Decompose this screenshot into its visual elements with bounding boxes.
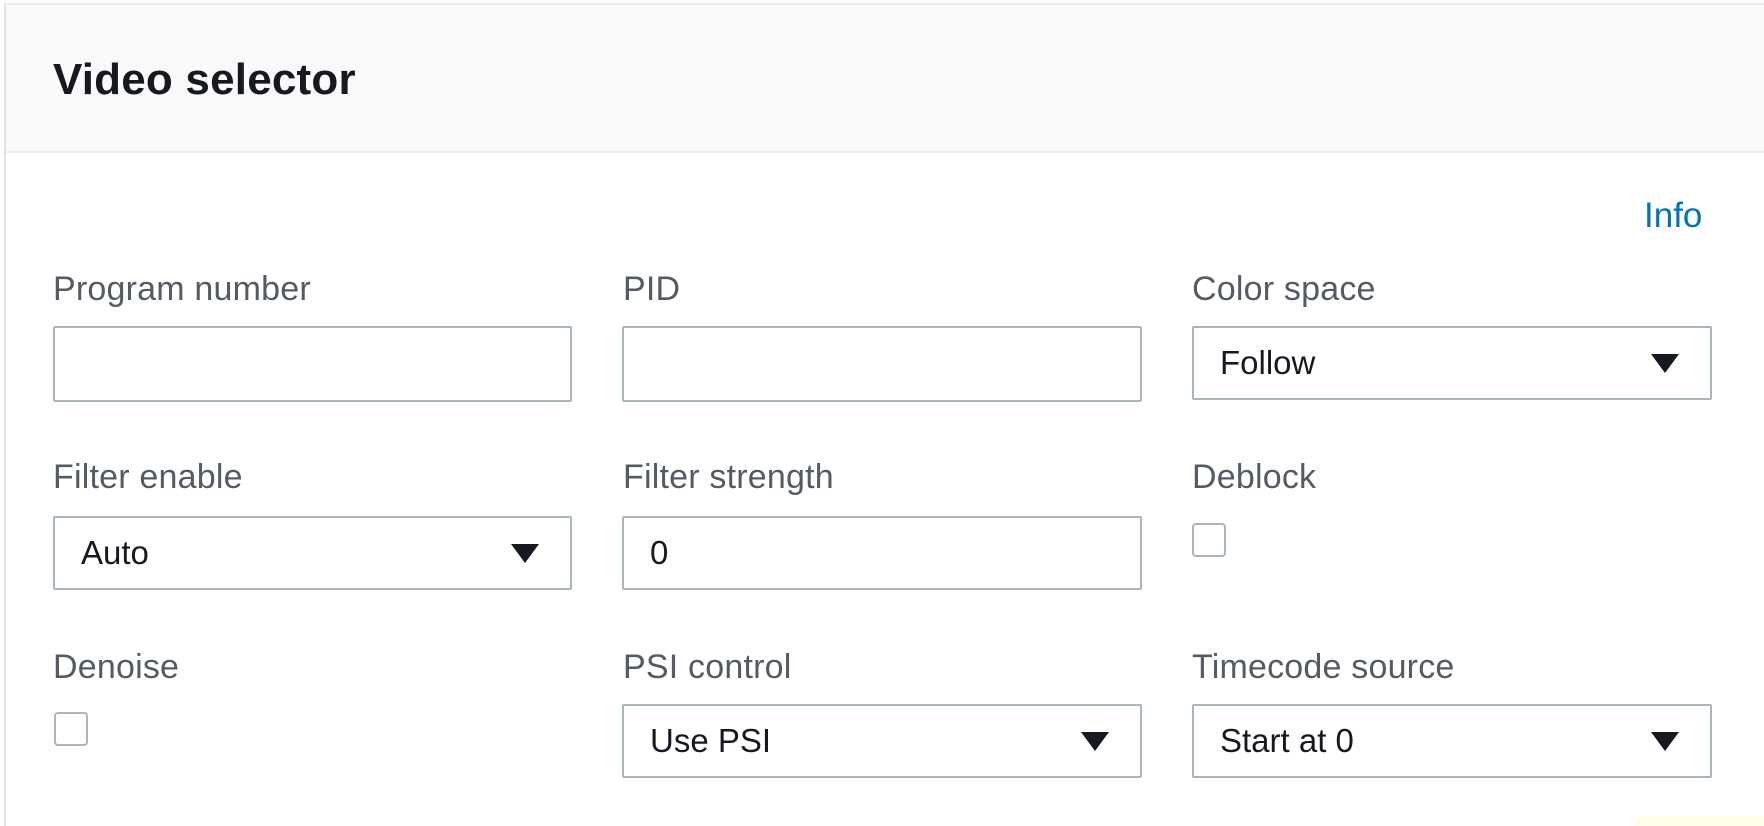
filter-enable-value: Auto	[81, 534, 149, 571]
program-number-label: Program number	[53, 270, 311, 308]
corner-highlight	[1634, 816, 1764, 826]
caret-down-icon	[1081, 732, 1109, 751]
psi-control-value: Use PSI	[650, 722, 772, 759]
psi-control-select[interactable]: Use PSI	[622, 704, 1142, 778]
pid-input[interactable]	[622, 326, 1142, 402]
deblock-label: Deblock	[1192, 458, 1317, 496]
caret-down-icon	[1651, 354, 1679, 373]
color-space-value: Follow	[1220, 344, 1316, 381]
denoise-label: Denoise	[53, 648, 180, 686]
timecode-source-label: Timecode source	[1192, 648, 1455, 686]
timecode-source-select[interactable]: Start at 0	[1192, 704, 1712, 778]
denoise-checkbox[interactable]	[54, 712, 88, 746]
psi-control-label: PSI control	[623, 648, 792, 686]
filter-enable-label: Filter enable	[53, 458, 243, 496]
caret-down-icon	[1651, 732, 1679, 751]
color-space-select[interactable]: Follow	[1192, 326, 1712, 400]
timecode-source-value: Start at 0	[1220, 722, 1354, 759]
program-number-input[interactable]	[53, 326, 572, 402]
filter-strength-label: Filter strength	[623, 458, 834, 496]
pid-label: PID	[623, 270, 681, 308]
deblock-checkbox[interactable]	[1192, 523, 1226, 557]
panel-title: Video selector	[53, 55, 356, 104]
color-space-label: Color space	[1192, 270, 1376, 308]
caret-down-icon	[511, 544, 539, 563]
filter-enable-select[interactable]: Auto	[53, 516, 572, 590]
video-selector-panel: Video selector	[4, 3, 1764, 826]
filter-strength-input[interactable]: 0	[622, 516, 1142, 590]
info-link[interactable]: Info	[1644, 196, 1702, 236]
panel-header: Video selector	[6, 5, 1764, 153]
